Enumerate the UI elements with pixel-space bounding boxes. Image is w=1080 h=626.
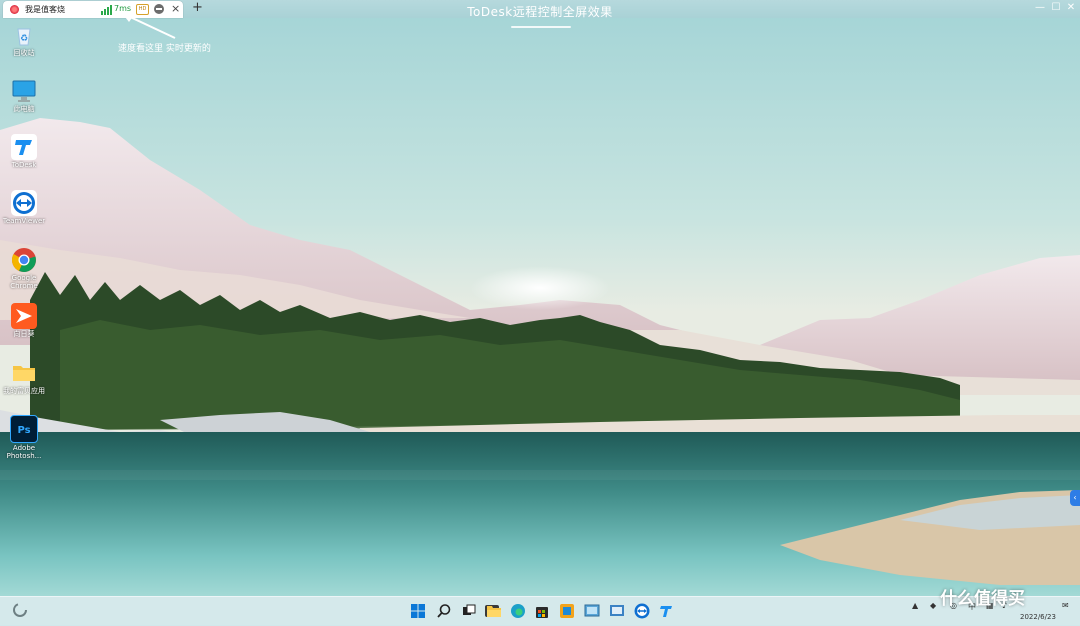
loading-spinner-icon xyxy=(13,603,27,617)
notification-icon[interactable]: ✉ xyxy=(1062,601,1069,610)
desktop-icon-label: TeamViewer xyxy=(2,217,46,225)
title-underline xyxy=(511,26,571,28)
recycle-bin-icon: ♻ xyxy=(11,22,37,48)
desktop-wallpaper xyxy=(0,0,1080,625)
desktop-icon-label: 回收站 xyxy=(13,49,35,57)
todesk-icon xyxy=(11,134,37,160)
clock-date[interactable]: 2022/6/23 xyxy=(1020,613,1056,621)
desktop-icon-photoshop[interactable]: Ps Adobe Photosh... xyxy=(2,415,46,460)
sunlogin-icon xyxy=(11,303,37,329)
this-pc-icon xyxy=(11,78,37,104)
desktop-icon-folder[interactable]: 我的富贝应用 xyxy=(2,360,46,395)
folder-icon xyxy=(11,360,37,386)
desktop-icon-this-pc[interactable]: 此电脑 xyxy=(2,78,46,113)
annotation-arrow-icon xyxy=(122,13,176,39)
annotation-text: 速度看这里 实时更新的 xyxy=(118,44,211,54)
desktop-icon-label: 我的富贝应用 xyxy=(3,387,45,395)
start-icon[interactable] xyxy=(410,603,426,619)
remote-app-icon[interactable] xyxy=(584,603,600,619)
collapse-handle-icon[interactable]: ‹ xyxy=(1070,490,1080,506)
desktop-icon-label: Adobe Photosh... xyxy=(6,444,42,460)
task-view-icon[interactable] xyxy=(461,603,477,619)
desktop-icon-sunlogin[interactable]: 向日葵 xyxy=(2,303,46,338)
store-icon[interactable] xyxy=(534,603,550,619)
taskbar: ▲ ◆ ◎ 中 ▦ ♪ ✉ xyxy=(0,596,1080,626)
svg-text:♻: ♻ xyxy=(20,34,28,44)
search-icon[interactable] xyxy=(436,603,452,619)
close-button[interactable]: ✕ xyxy=(1064,1,1078,15)
desktop-icon-label: Google Chrome xyxy=(10,274,38,290)
todesk-taskbar-icon[interactable] xyxy=(658,603,674,619)
remote-desktop-icon[interactable] xyxy=(609,603,625,619)
minimize-button[interactable]: — xyxy=(1033,1,1047,15)
desktop-icon-teamviewer[interactable]: TeamViewer xyxy=(2,190,46,225)
teamviewer-taskbar-icon[interactable] xyxy=(634,603,650,619)
desktop-icon-label: 此电脑 xyxy=(13,105,35,113)
photoshop-icon: Ps xyxy=(10,415,38,443)
desktop-icon-recycle-bin[interactable]: ♻ 回收站 xyxy=(2,22,46,57)
tray-app-icon[interactable]: ◆ xyxy=(930,601,936,610)
desktop-icon-chrome[interactable]: Google Chrome xyxy=(2,247,46,290)
desktop-icon-todesk[interactable]: ToDesk xyxy=(2,134,46,169)
desktop-icon-label: ToDesk xyxy=(11,161,37,169)
maximize-button[interactable]: ☐ xyxy=(1049,1,1063,15)
chrome-icon xyxy=(11,247,37,273)
file-explorer-icon[interactable] xyxy=(486,603,502,619)
teamviewer-icon xyxy=(11,190,37,216)
edge-icon[interactable] xyxy=(510,603,526,619)
app-icon[interactable] xyxy=(559,603,575,619)
desktop-icon-label: 向日葵 xyxy=(13,330,35,338)
tray-expand-icon[interactable]: ▲ xyxy=(912,601,918,610)
svg-text:Ps: Ps xyxy=(17,425,30,436)
watermark: 什么值得买 xyxy=(940,589,1025,609)
